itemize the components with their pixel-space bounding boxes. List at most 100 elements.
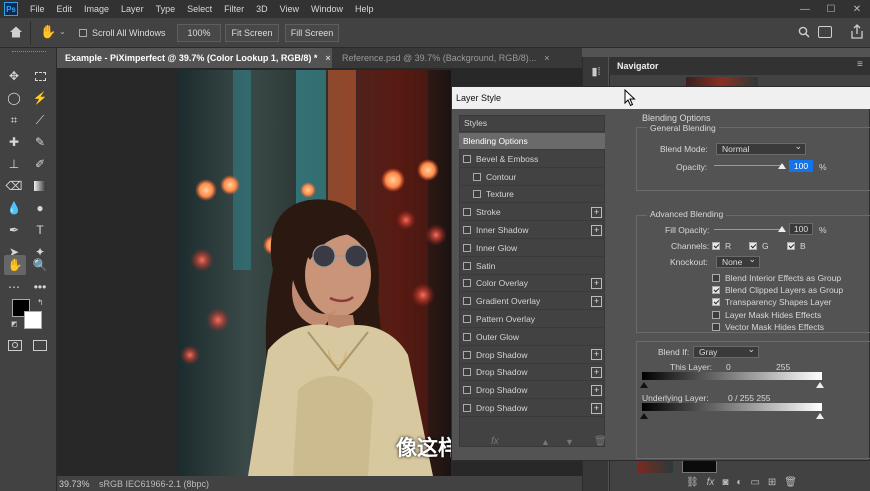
this-layer-black-thumb[interactable] bbox=[640, 382, 648, 388]
checkbox-icon[interactable] bbox=[463, 261, 471, 270]
type-tool-icon[interactable]: T bbox=[32, 222, 48, 238]
blend-if-select[interactable]: Gray bbox=[693, 344, 759, 358]
menu-edit[interactable]: Edit bbox=[51, 4, 79, 14]
move-tool-icon[interactable]: ✥ bbox=[6, 68, 22, 84]
new-layer-icon[interactable]: ⊞ bbox=[768, 477, 776, 488]
menu-image[interactable]: Image bbox=[78, 4, 115, 14]
more-tools-icon[interactable]: ••• bbox=[32, 279, 48, 295]
opacity-input[interactable]: 100 bbox=[789, 160, 813, 172]
close-icon[interactable]: × bbox=[544, 53, 549, 63]
style-row-inner-glow[interactable]: Inner Glow bbox=[459, 240, 605, 257]
zoom-level[interactable]: 39.73% bbox=[59, 479, 95, 489]
pen-tool-icon[interactable]: ✒ bbox=[6, 222, 22, 238]
eyedropper-tool-icon[interactable]: ⟋ bbox=[32, 112, 48, 128]
add-effect-icon[interactable]: + bbox=[591, 224, 602, 236]
checkbox-icon[interactable] bbox=[712, 322, 720, 331]
menu-select[interactable]: Select bbox=[181, 4, 218, 14]
close-icon[interactable]: × bbox=[325, 53, 330, 63]
style-row-drop-shadow[interactable]: Drop Shadow + bbox=[459, 382, 605, 400]
zoom-tool-icon[interactable]: 🔍 bbox=[32, 257, 48, 273]
tab-example[interactable]: Example - PiXimperfect @ 39.7% (Color Lo… bbox=[57, 48, 332, 68]
opacity-slider-thumb[interactable] bbox=[778, 163, 786, 169]
marquee-tool-icon[interactable] bbox=[32, 68, 48, 84]
style-row-drop-shadow[interactable]: Drop Shadow + bbox=[459, 347, 605, 364]
delete-effect-icon[interactable]: 🗑 bbox=[594, 436, 607, 447]
add-effect-icon[interactable]: + bbox=[591, 206, 602, 218]
underlying-white-thumb[interactable] bbox=[816, 413, 824, 419]
checkbox-icon[interactable] bbox=[463, 279, 471, 288]
checkbox-icon[interactable] bbox=[712, 286, 720, 295]
add-effect-icon[interactable]: + bbox=[591, 366, 602, 378]
blur-tool-icon[interactable]: 💧 bbox=[6, 200, 22, 216]
checkbox-icon[interactable] bbox=[463, 404, 471, 412]
option-blend-interior-effects-as-group[interactable]: Blend Interior Effects as Group bbox=[712, 273, 841, 283]
checkbox-icon[interactable] bbox=[463, 350, 471, 359]
style-row-outer-glow[interactable]: Outer Glow bbox=[459, 329, 605, 346]
knockout-select[interactable]: None bbox=[716, 254, 760, 268]
edit-toolbar-icon[interactable]: ⋯ bbox=[6, 279, 22, 295]
move-up-icon[interactable]: ▲ bbox=[541, 437, 550, 447]
checkbox-icon[interactable] bbox=[463, 208, 471, 217]
style-row-texture[interactable]: Texture bbox=[459, 186, 605, 204]
trash-icon[interactable]: 🗑 bbox=[784, 477, 797, 488]
brush-tool-icon[interactable]: ✎ bbox=[32, 134, 48, 150]
gradient-tool-icon[interactable] bbox=[32, 178, 48, 194]
dialog-title-bar[interactable]: Layer Style bbox=[452, 87, 870, 109]
menu-window[interactable]: Window bbox=[305, 4, 349, 14]
channel-b-checkbox[interactable]: B bbox=[787, 241, 806, 251]
checkbox-icon[interactable] bbox=[79, 29, 87, 37]
option-blend-clipped-layers-as-group[interactable]: Blend Clipped Layers as Group bbox=[712, 285, 843, 295]
add-effect-icon[interactable]: + bbox=[591, 349, 602, 361]
add-effect-icon[interactable]: + bbox=[591, 277, 602, 289]
checkbox-icon[interactable] bbox=[473, 172, 481, 181]
menu-view[interactable]: View bbox=[274, 4, 305, 14]
underlying-black-thumb[interactable] bbox=[640, 413, 648, 419]
add-effect-icon[interactable]: + bbox=[591, 384, 602, 396]
panel-menu-icon[interactable]: ≡ bbox=[857, 59, 863, 70]
opacity-slider[interactable] bbox=[714, 165, 784, 166]
history-brush-tool-icon[interactable]: ✐ bbox=[32, 156, 48, 172]
style-row-satin[interactable]: Satin bbox=[459, 258, 605, 275]
checkbox-icon[interactable] bbox=[473, 190, 481, 199]
group-icon[interactable]: ▭ bbox=[750, 477, 759, 488]
layer-mask-thumbnail[interactable] bbox=[682, 459, 717, 473]
layer-thumbnail[interactable] bbox=[638, 459, 673, 473]
checkbox-icon[interactable] bbox=[787, 242, 795, 250]
chevron-down-icon[interactable]: ⌄ bbox=[59, 27, 66, 36]
screen-mode-icon[interactable] bbox=[33, 340, 47, 351]
fill-opacity-input[interactable]: 100 bbox=[789, 223, 813, 235]
checkbox-icon[interactable] bbox=[463, 226, 471, 234]
link-layers-icon[interactable]: ⛓ bbox=[686, 477, 699, 488]
fit-screen-button[interactable]: Fit Screen bbox=[225, 24, 279, 42]
history-icon[interactable]: ▮⁞ bbox=[587, 63, 605, 79]
close-window-button[interactable]: ✕ bbox=[844, 0, 870, 18]
blend-mode-select[interactable]: Normal bbox=[716, 141, 806, 155]
fill-screen-button[interactable]: Fill Screen bbox=[285, 24, 339, 42]
fill-opacity-slider[interactable] bbox=[714, 229, 784, 230]
option-vector-mask-hides-effects[interactable]: Vector Mask Hides Effects bbox=[712, 322, 824, 332]
style-row-inner-shadow[interactable]: Inner Shadow + bbox=[459, 222, 605, 239]
option-layer-mask-hides-effects[interactable]: Layer Mask Hides Effects bbox=[712, 310, 821, 320]
add-effect-icon[interactable]: + bbox=[591, 402, 602, 414]
adjustment-layer-icon[interactable]: ◐ bbox=[736, 477, 742, 488]
menu-layer[interactable]: Layer bbox=[115, 4, 150, 14]
styles-header[interactable]: Styles bbox=[459, 115, 605, 132]
home-icon[interactable] bbox=[9, 25, 23, 39]
fill-opacity-slider-thumb[interactable] bbox=[778, 226, 786, 232]
quick-mask-icon[interactable] bbox=[8, 340, 22, 351]
checkbox-icon[interactable] bbox=[463, 315, 471, 323]
checkbox-icon[interactable] bbox=[712, 298, 720, 307]
workspace-icon[interactable] bbox=[818, 26, 832, 38]
checkbox-icon[interactable] bbox=[712, 310, 720, 319]
default-colors-icon[interactable]: ◩ bbox=[11, 320, 18, 328]
menu-help[interactable]: Help bbox=[349, 4, 380, 14]
eraser-tool-icon[interactable]: ⌫ bbox=[6, 178, 23, 194]
scroll-all-windows-checkbox[interactable]: Scroll All Windows bbox=[79, 28, 166, 38]
share-icon[interactable] bbox=[850, 24, 864, 40]
channel-g-checkbox[interactable]: G bbox=[749, 241, 769, 251]
checkbox-icon[interactable] bbox=[463, 297, 471, 306]
clone-stamp-tool-icon[interactable]: ⊥ bbox=[6, 156, 22, 172]
healing-brush-tool-icon[interactable]: ✚ bbox=[6, 134, 22, 150]
fx-icon[interactable]: fx bbox=[491, 436, 499, 447]
navigator-title[interactable]: Navigator bbox=[617, 61, 659, 71]
